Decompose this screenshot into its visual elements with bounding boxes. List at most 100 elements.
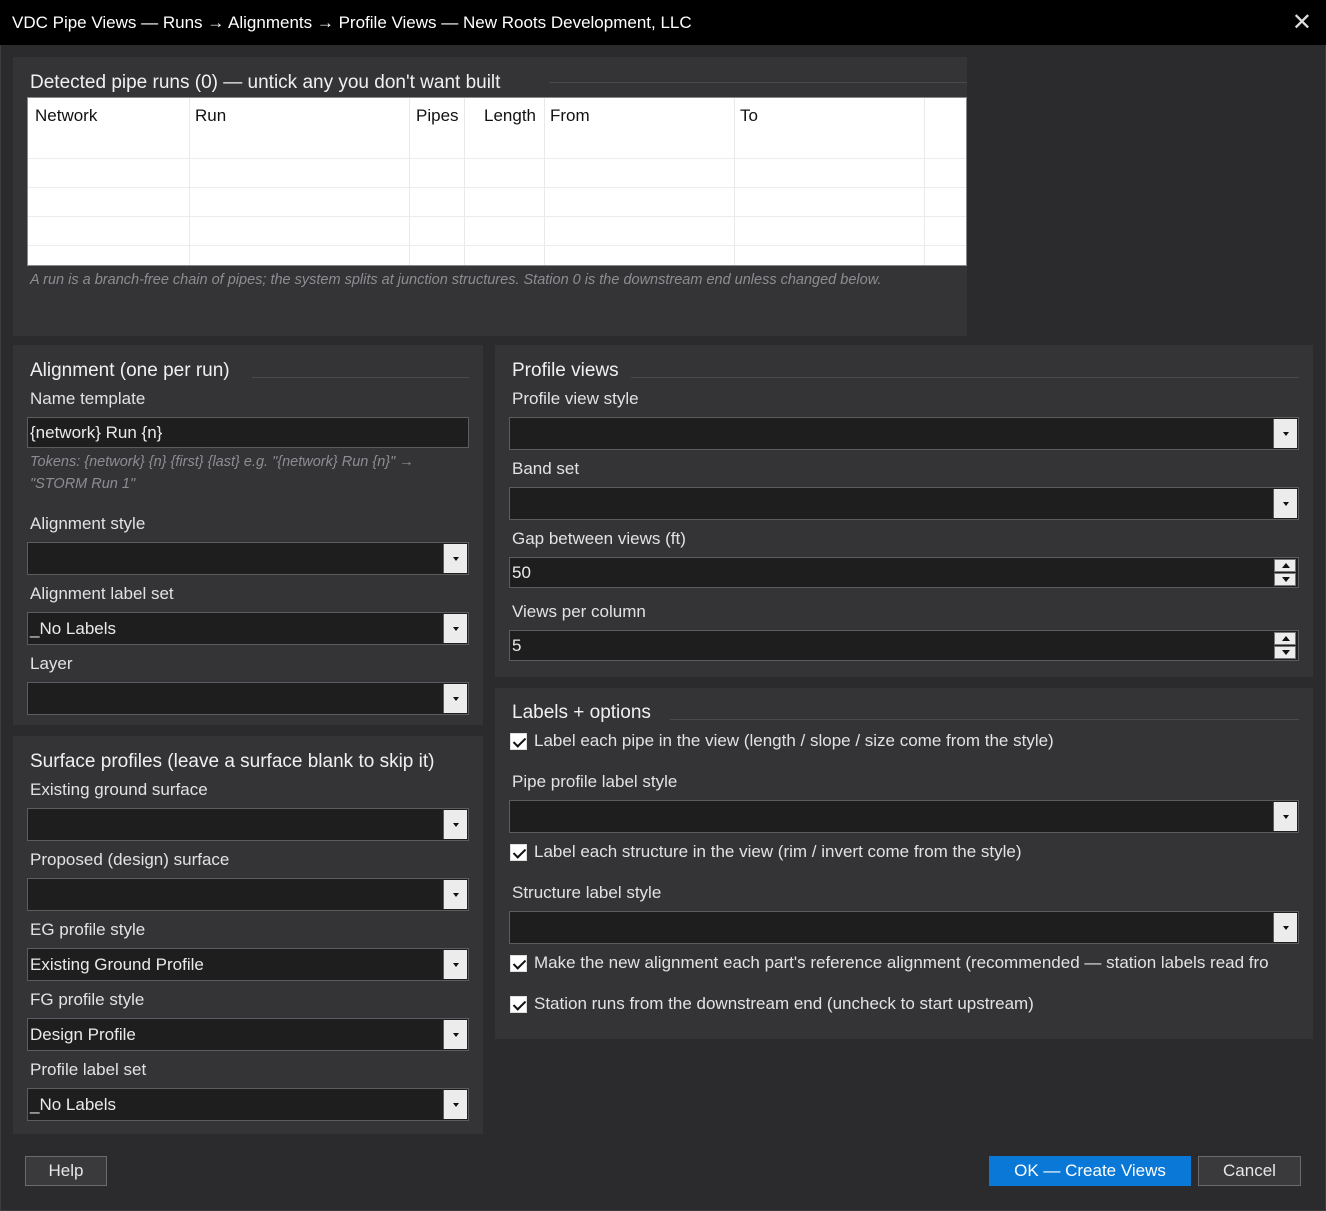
eg-profile-style-select[interactable]: Existing Ground Profile xyxy=(27,948,469,981)
checkbox-checked-icon[interactable] xyxy=(510,844,527,861)
reference-alignment-text: Make the new alignment each part's refer… xyxy=(534,953,1269,972)
increment-icon[interactable] xyxy=(1274,559,1296,572)
chevron-down-icon[interactable] xyxy=(1273,419,1297,448)
downstream-station-text: Station runs from the downstream end (un… xyxy=(534,994,1034,1013)
chevron-down-icon[interactable] xyxy=(443,950,467,979)
help-button[interactable]: Help xyxy=(25,1156,107,1186)
gap-between-views-label: Gap between views (ft) xyxy=(512,529,686,548)
row-divider xyxy=(28,158,966,159)
structure-label-style-label: Structure label style xyxy=(512,883,662,902)
runs-group-title: Detected pipe runs (0) — untick any you … xyxy=(30,72,501,93)
title-bar: VDC Pipe Views — Runs → Alignments → Pro… xyxy=(0,0,1326,45)
column-divider xyxy=(409,98,410,265)
profile-label-set-value: _No Labels xyxy=(30,1095,117,1114)
structure-label-style-select[interactable] xyxy=(509,911,1299,944)
runs-hint: A run is a branch-free chain of pipes; t… xyxy=(30,272,882,288)
checkbox-checked-icon[interactable] xyxy=(510,733,527,750)
profile-label-set-label: Profile label set xyxy=(30,1060,147,1079)
label-pipes-checkbox[interactable]: Label each pipe in the view (length / sl… xyxy=(510,731,1300,753)
name-template-label: Name template xyxy=(30,389,146,408)
alignment-group-divider xyxy=(252,377,469,378)
fg-surface-select[interactable] xyxy=(27,878,469,911)
ok-create-views-button[interactable]: OK — Create Views xyxy=(989,1156,1191,1186)
gap-between-views-stepper[interactable]: 50 xyxy=(509,557,1299,588)
name-template-input[interactable]: {network} Run {n} xyxy=(27,417,469,448)
alignment-label-set-select[interactable]: _No Labels xyxy=(27,612,469,645)
labels-options-group-title: Labels + options xyxy=(512,702,651,723)
layer-label: Layer xyxy=(30,654,73,673)
band-set-label: Band set xyxy=(512,459,580,478)
stepper-buttons xyxy=(1274,559,1296,586)
alignment-label-set-label: Alignment label set xyxy=(30,584,174,603)
label-pipes-text: Label each pipe in the view (length / sl… xyxy=(534,731,1054,750)
alignment-label-set-value: _No Labels xyxy=(30,619,117,638)
column-header-pipes[interactable]: Pipes xyxy=(416,106,459,126)
chevron-down-icon[interactable] xyxy=(443,684,467,713)
column-divider xyxy=(464,98,465,265)
views-per-column-label: Views per column xyxy=(512,602,646,621)
fg-profile-style-value: Design Profile xyxy=(30,1025,136,1044)
surfaces-group-title: Surface profiles (leave a surface blank … xyxy=(30,751,435,772)
column-header-run[interactable]: Run xyxy=(195,106,226,126)
fg-surface-label: Proposed (design) surface xyxy=(30,850,230,869)
label-structures-text: Label each structure in the view (rim / … xyxy=(534,842,1022,861)
chevron-down-icon[interactable] xyxy=(443,1090,467,1119)
column-divider xyxy=(734,98,735,265)
reference-alignment-checkbox[interactable]: Make the new alignment each part's refer… xyxy=(510,953,1313,975)
runs-group-divider xyxy=(549,82,967,83)
close-icon[interactable]: ✕ xyxy=(1292,8,1312,37)
checkbox-checked-icon[interactable] xyxy=(510,996,527,1013)
eg-surface-label: Existing ground surface xyxy=(30,780,208,799)
decrement-icon[interactable] xyxy=(1274,646,1296,659)
row-divider xyxy=(28,187,966,188)
alignment-group-title: Alignment (one per run) xyxy=(30,360,230,381)
column-header-network[interactable]: Network xyxy=(35,106,97,126)
chevron-down-icon[interactable] xyxy=(443,544,467,573)
views-per-column-value: 5 xyxy=(512,636,522,655)
column-divider xyxy=(924,98,925,265)
pipe-label-style-select[interactable] xyxy=(509,800,1299,833)
views-per-column-stepper[interactable]: 5 xyxy=(509,630,1299,661)
decrement-icon[interactable] xyxy=(1274,573,1296,586)
profile-views-group-title: Profile views xyxy=(512,360,619,381)
pipe-label-style-label: Pipe profile label style xyxy=(512,772,678,791)
profile-view-style-label: Profile view style xyxy=(512,389,639,408)
gap-between-views-value: 50 xyxy=(512,563,531,582)
column-divider xyxy=(189,98,190,265)
chevron-down-icon[interactable] xyxy=(1273,913,1297,942)
fg-profile-style-label: FG profile style xyxy=(30,990,145,1009)
downstream-station-checkbox[interactable]: Station runs from the downstream end (un… xyxy=(510,994,1300,1016)
label-structures-checkbox[interactable]: Label each structure in the view (rim / … xyxy=(510,842,1300,864)
column-header-to[interactable]: To xyxy=(740,106,758,126)
column-divider xyxy=(544,98,545,265)
layer-select[interactable] xyxy=(27,682,469,715)
increment-icon[interactable] xyxy=(1274,632,1296,645)
fg-profile-style-select[interactable]: Design Profile xyxy=(27,1018,469,1051)
chevron-down-icon[interactable] xyxy=(1273,802,1297,831)
eg-surface-select[interactable] xyxy=(27,808,469,841)
window-title: VDC Pipe Views — Runs → Alignments → Pro… xyxy=(12,13,692,32)
checkbox-checked-icon[interactable] xyxy=(510,955,527,972)
chevron-down-icon[interactable] xyxy=(1273,489,1297,518)
chevron-down-icon[interactable] xyxy=(443,1020,467,1049)
chevron-down-icon[interactable] xyxy=(443,614,467,643)
eg-profile-style-label: EG profile style xyxy=(30,920,146,939)
runs-table[interactable]: Network Run Pipes Length From To xyxy=(27,97,967,266)
profile-views-group-divider xyxy=(631,377,1299,378)
row-divider xyxy=(28,245,966,246)
profile-view-style-select[interactable] xyxy=(509,417,1299,450)
chevron-down-icon[interactable] xyxy=(443,810,467,839)
stepper-buttons xyxy=(1274,632,1296,659)
alignment-style-select[interactable] xyxy=(27,542,469,575)
eg-profile-style-value: Existing Ground Profile xyxy=(30,955,204,974)
row-divider xyxy=(28,216,966,217)
alignment-style-label: Alignment style xyxy=(30,514,146,533)
band-set-select[interactable] xyxy=(509,487,1299,520)
name-template-tokens-hint: Tokens: {network} {n} {first} {last} e.g… xyxy=(30,454,414,492)
labels-options-group-divider xyxy=(670,719,1299,720)
column-header-length[interactable]: Length xyxy=(484,106,536,126)
chevron-down-icon[interactable] xyxy=(443,880,467,909)
column-header-from[interactable]: From xyxy=(550,106,590,126)
profile-label-set-select[interactable]: _No Labels xyxy=(27,1088,469,1121)
cancel-button[interactable]: Cancel xyxy=(1198,1156,1301,1186)
